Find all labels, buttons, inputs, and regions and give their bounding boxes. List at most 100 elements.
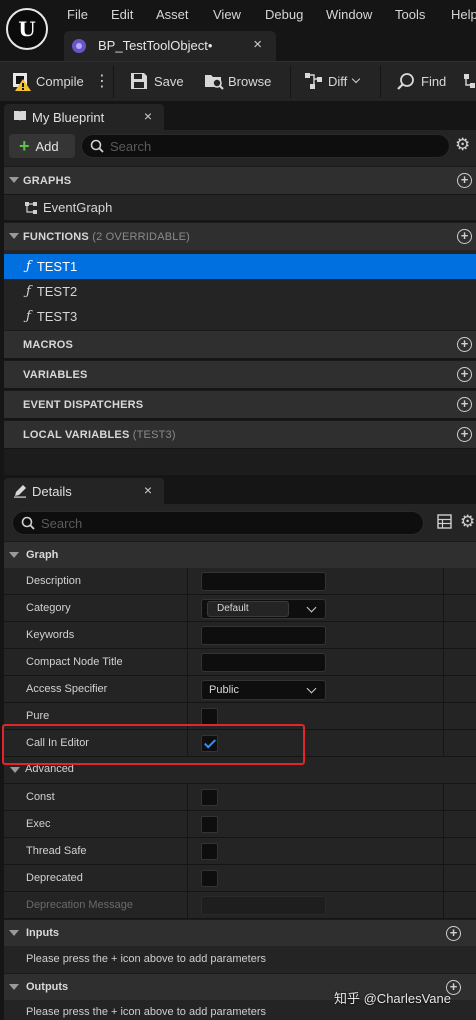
- add-macro-icon[interactable]: +: [457, 337, 472, 352]
- browse-button[interactable]: Browse: [204, 72, 271, 90]
- chevron-down-icon: [352, 74, 361, 84]
- toolbar: Compile ⋮ Save Browse Diff Find: [0, 61, 476, 101]
- pure-checkbox[interactable]: [201, 708, 218, 725]
- local-variables-section-title: LOCAL VARIABLES (TEST3): [23, 429, 176, 441]
- property-row-pure: Pure: [4, 703, 476, 730]
- event-dispatchers-section-header[interactable]: EVENT DISPATCHERS +: [4, 390, 476, 418]
- property-row-const: Const: [4, 784, 476, 811]
- compile-warning-icon: [12, 72, 31, 91]
- outputs-section-title: Outputs: [26, 981, 69, 993]
- property-row-description: Description: [4, 568, 476, 595]
- property-row-compact-node-title: Compact Node Title: [4, 649, 476, 676]
- close-icon[interactable]: ×: [144, 482, 152, 498]
- diff-button[interactable]: Diff: [304, 72, 361, 90]
- deprecated-label: Deprecated: [26, 872, 83, 884]
- graphs-section-header[interactable]: GRAPHS +: [4, 166, 476, 194]
- menu-tools[interactable]: Tools: [395, 7, 425, 22]
- thread-safe-label: Thread Safe: [26, 845, 87, 857]
- add-input-icon[interactable]: +: [446, 926, 461, 941]
- add-label: Add: [35, 138, 59, 154]
- exec-checkbox[interactable]: [201, 816, 218, 833]
- close-icon[interactable]: ×: [144, 108, 152, 124]
- graph-section-header[interactable]: Graph: [4, 541, 476, 568]
- compact-node-title-label: Compact Node Title: [26, 656, 123, 668]
- list-item-test3[interactable]: ƒ TEST3: [4, 304, 476, 329]
- macros-section-header[interactable]: MACROS +: [4, 330, 476, 358]
- macros-section-title: MACROS: [23, 339, 74, 351]
- const-checkbox[interactable]: [201, 789, 218, 806]
- compile-options-icon[interactable]: ⋮: [94, 71, 110, 91]
- hierarchy-icon[interactable]: [462, 72, 476, 90]
- graphs-section-title: GRAPHS: [23, 175, 72, 187]
- menu-asset[interactable]: Asset: [156, 7, 189, 22]
- property-row-access-specifier: Access Specifier Public: [4, 676, 476, 703]
- inputs-note-row: Please press the + icon above to add par…: [4, 946, 476, 973]
- property-row-deprecated: Deprecated: [4, 865, 476, 892]
- chevron-down-icon: [306, 602, 317, 613]
- list-item-test1[interactable]: ƒ TEST1: [4, 254, 476, 279]
- collapse-arrow-icon: [10, 767, 20, 773]
- pencil-icon: [13, 484, 27, 498]
- save-button[interactable]: Save: [130, 72, 184, 90]
- menu-bar: File Edit Asset View Debug Window Tools …: [0, 0, 476, 30]
- add-function-icon[interactable]: +: [457, 229, 472, 244]
- list-item-test2[interactable]: ƒ TEST2: [4, 279, 476, 304]
- description-input[interactable]: [201, 572, 326, 591]
- menu-help[interactable]: Help: [451, 7, 476, 22]
- keywords-label: Keywords: [26, 629, 75, 641]
- add-local-variable-icon[interactable]: +: [457, 427, 472, 442]
- search-icon: [21, 516, 35, 530]
- exec-label: Exec: [26, 818, 51, 830]
- menu-window[interactable]: Window: [326, 7, 372, 22]
- access-specifier-combo[interactable]: Public: [201, 680, 326, 700]
- functions-section-header[interactable]: FUNCTIONS (2 OVERRIDABLE) +: [4, 222, 476, 250]
- deprecated-checkbox[interactable]: [201, 870, 218, 887]
- diff-icon: [304, 72, 322, 90]
- advanced-section-header[interactable]: Advanced: [4, 757, 476, 784]
- list-item-eventgraph[interactable]: EventGraph: [4, 195, 476, 220]
- details-tab[interactable]: Details ×: [4, 478, 164, 504]
- local-variables-section-header[interactable]: LOCAL VARIABLES (TEST3) +: [4, 420, 476, 448]
- list-item-label: EventGraph: [43, 200, 113, 215]
- graph-section-title: Graph: [26, 549, 59, 561]
- category-value[interactable]: Default: [207, 601, 289, 617]
- const-label: Const: [26, 791, 55, 803]
- document-tab[interactable]: BP_TestToolObject• ×: [64, 31, 276, 61]
- thread-safe-checkbox[interactable]: [201, 843, 218, 860]
- access-specifier-value: Public: [209, 684, 239, 696]
- find-button[interactable]: Find: [397, 72, 446, 90]
- my-blueprint-search-input[interactable]: Search: [81, 134, 450, 158]
- compile-label: Compile: [36, 73, 84, 89]
- close-icon[interactable]: ×: [253, 36, 262, 53]
- menu-file[interactable]: File: [67, 7, 88, 22]
- call-in-editor-checkbox[interactable]: [201, 735, 218, 752]
- add-button[interactable]: + Add: [9, 134, 75, 158]
- event-dispatchers-section-title: EVENT DISPATCHERS: [23, 399, 144, 411]
- gear-icon[interactable]: ⚙: [455, 135, 470, 155]
- category-label: Category: [26, 602, 71, 614]
- add-variable-icon[interactable]: +: [457, 367, 472, 382]
- menu-edit[interactable]: Edit: [111, 7, 133, 22]
- my-blueprint-empty-area: [4, 449, 476, 475]
- add-graph-icon[interactable]: +: [457, 173, 472, 188]
- description-label: Description: [26, 575, 82, 587]
- access-specifier-label: Access Specifier: [26, 683, 108, 695]
- menu-debug[interactable]: Debug: [265, 7, 303, 22]
- document-tab-title: BP_TestToolObject•: [98, 38, 213, 53]
- keywords-input[interactable]: [201, 626, 326, 645]
- add-event-dispatcher-icon[interactable]: +: [457, 397, 472, 412]
- book-icon: [13, 110, 27, 122]
- category-combo[interactable]: Default: [201, 599, 326, 619]
- inputs-section-header[interactable]: Inputs +: [4, 919, 476, 946]
- collapse-arrow-icon: [9, 552, 19, 558]
- details-search-input[interactable]: Search: [12, 511, 424, 535]
- compile-button[interactable]: Compile: [12, 72, 84, 91]
- variables-section-header[interactable]: VARIABLES +: [4, 360, 476, 388]
- inputs-note: Please press the + icon above to add par…: [26, 953, 267, 965]
- function-icon: ƒ: [26, 309, 31, 324]
- gear-icon[interactable]: ⚙: [460, 512, 475, 532]
- menu-view[interactable]: View: [213, 7, 241, 22]
- table-view-icon[interactable]: [437, 514, 452, 532]
- my-blueprint-tab[interactable]: My Blueprint ×: [4, 104, 164, 130]
- compact-node-title-input[interactable]: [201, 653, 326, 672]
